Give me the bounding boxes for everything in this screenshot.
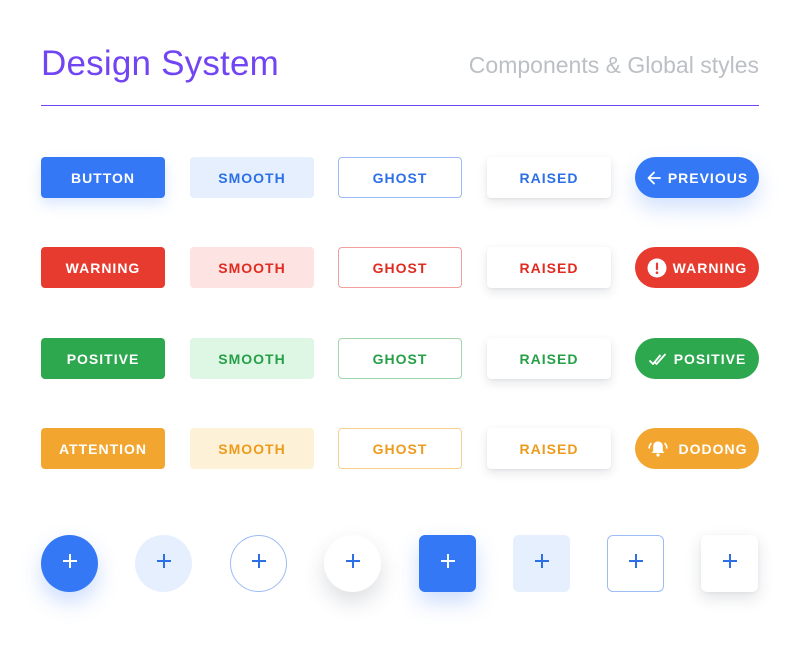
button-label: BUTTON [70, 169, 136, 186]
button-label: PREVIOUS [667, 169, 749, 186]
add-round-raised-button[interactable] [324, 535, 381, 592]
add-square-raised-button[interactable] [701, 535, 758, 592]
button-label: SMOOTH [218, 350, 286, 367]
plus-icon [156, 553, 172, 574]
warning-smooth-button[interactable]: SMOOTH [190, 247, 314, 288]
exclamation-circle-icon [647, 258, 667, 278]
plus-icon [628, 553, 644, 574]
add-round-solid-button[interactable] [41, 535, 98, 592]
positive-smooth-button[interactable]: SMOOTH [190, 338, 314, 379]
attention-ghost-button[interactable]: GHOST [338, 428, 462, 469]
button-label: SMOOTH [218, 440, 286, 457]
button-label: RAISED [519, 440, 579, 457]
button-label: GHOST [372, 259, 428, 276]
button-label: GHOST [372, 169, 428, 186]
button-label: POSITIVE [66, 350, 140, 367]
primary-raised-button[interactable]: RAISED [487, 157, 611, 198]
primary-ghost-button[interactable]: GHOST [338, 157, 462, 198]
warning-solid-button[interactable]: WARNING [41, 247, 165, 288]
add-round-ghost-button[interactable] [230, 535, 287, 592]
warning-pill-button[interactable]: WARNING [635, 247, 759, 288]
button-label: GHOST [372, 440, 428, 457]
positive-pill-button[interactable]: POSITIVE [635, 338, 759, 379]
plus-icon [722, 553, 738, 574]
double-check-icon [648, 351, 668, 367]
dodong-pill-button[interactable]: DODONG [635, 428, 759, 469]
button-label: ATTENTION [58, 440, 148, 457]
plus-icon [345, 553, 361, 574]
button-label: SMOOTH [218, 259, 286, 276]
add-square-ghost-button[interactable] [607, 535, 664, 592]
page-title: Design System [41, 44, 279, 83]
bell-ringing-icon [647, 439, 669, 459]
button-label: RAISED [519, 350, 579, 367]
button-label: SMOOTH [218, 169, 286, 186]
button-label: DODONG [678, 440, 748, 457]
positive-raised-button[interactable]: RAISED [487, 338, 611, 379]
button-label: RAISED [519, 169, 579, 186]
attention-smooth-button[interactable]: SMOOTH [190, 428, 314, 469]
attention-raised-button[interactable]: RAISED [487, 428, 611, 469]
warning-ghost-button[interactable]: GHOST [338, 247, 462, 288]
arrow-left-icon [646, 170, 662, 186]
header-divider [41, 105, 759, 106]
add-square-smooth-button[interactable] [513, 535, 570, 592]
positive-ghost-button[interactable]: GHOST [338, 338, 462, 379]
add-square-solid-button[interactable] [419, 535, 476, 592]
button-label: WARNING [672, 259, 748, 276]
plus-icon [534, 553, 550, 574]
attention-solid-button[interactable]: ATTENTION [41, 428, 165, 469]
button-label: WARNING [65, 259, 141, 276]
plus-icon [62, 553, 78, 574]
button-label: POSITIVE [673, 350, 747, 367]
button-label: RAISED [519, 259, 579, 276]
positive-solid-button[interactable]: POSITIVE [41, 338, 165, 379]
warning-raised-button[interactable]: RAISED [487, 247, 611, 288]
add-round-smooth-button[interactable] [135, 535, 192, 592]
page-subtitle: Components & Global styles [468, 52, 759, 78]
primary-smooth-button[interactable]: SMOOTH [190, 157, 314, 198]
previous-button[interactable]: PREVIOUS [635, 157, 759, 198]
button-label: GHOST [372, 350, 428, 367]
plus-icon [440, 553, 456, 574]
plus-icon [251, 553, 267, 574]
primary-solid-button[interactable]: BUTTON [41, 157, 165, 198]
